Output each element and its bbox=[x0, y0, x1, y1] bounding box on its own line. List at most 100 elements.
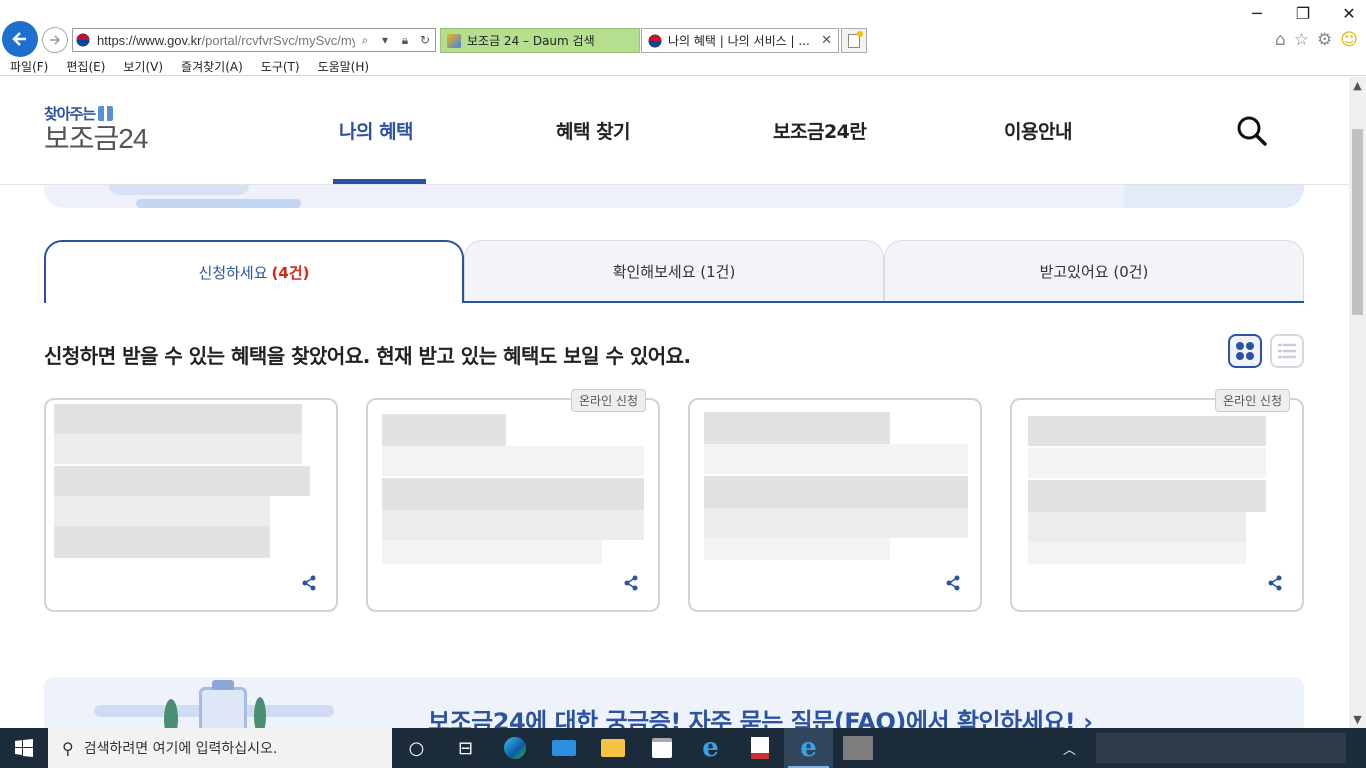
dropdown-icon[interactable]: ▾ bbox=[377, 32, 393, 48]
blurred-card-text bbox=[382, 446, 644, 476]
system-tray: ︿ bbox=[1063, 728, 1366, 768]
tab-title: 보조금 24 – Daum 검색 bbox=[467, 34, 595, 48]
tab-check[interactable]: 확인해보세요 (1건) bbox=[464, 240, 884, 301]
menu-favorites[interactable]: 즐겨찾기(A) bbox=[171, 58, 251, 75]
scrollbar-thumb[interactable] bbox=[1352, 129, 1363, 315]
menu-help[interactable]: 도움말(H) bbox=[308, 58, 378, 75]
ie-pinned-icon[interactable]: e bbox=[686, 728, 735, 768]
tab-title: 나의 혜택 | 나의 서비스 | ... bbox=[668, 34, 810, 48]
home-icon[interactable]: ⌂ bbox=[1275, 30, 1286, 50]
taskbar-search-placeholder: 검색하려면 여기에 입력하십시오. bbox=[83, 741, 278, 757]
blurred-card-text bbox=[704, 508, 968, 538]
faq-banner[interactable]: 보조금24에 대한 궁금증! 자주 묻는 질문(FAQ)에서 확인하세요! › bbox=[44, 677, 1304, 728]
task-view-icon[interactable]: ⊟ bbox=[441, 728, 490, 768]
benefit-card[interactable]: 온라인 신청 bbox=[1010, 389, 1304, 612]
minimize-icon[interactable]: ─ bbox=[1248, 4, 1266, 23]
browser-tab-daum[interactable]: 보조금 24 – Daum 검색 bbox=[440, 28, 640, 53]
site-header: 찾아주는 보조금24 나의 혜택 혜택 찾기 보조금24란 이용안내 bbox=[0, 77, 1349, 185]
menu-view[interactable]: 보기(V) bbox=[113, 58, 171, 75]
top-banner-strip bbox=[44, 185, 1304, 208]
favorites-star-icon[interactable]: ☆ bbox=[1294, 30, 1309, 50]
close-tab-icon[interactable]: ✕ bbox=[821, 33, 832, 48]
share-icon[interactable] bbox=[622, 574, 640, 592]
faq-link-text[interactable]: 보조금24에 대한 궁금증! 자주 묻는 질문(FAQ)에서 확인하세요! › bbox=[428, 702, 1093, 728]
address-bar[interactable]: https://www.gov.kr/portal/rcvfvrSvc/mySv… bbox=[72, 28, 436, 52]
start-button[interactable] bbox=[0, 728, 48, 768]
nav-about[interactable]: 보조금24란 bbox=[773, 117, 867, 144]
benefit-card[interactable]: 온라인 신청 bbox=[366, 389, 660, 612]
new-tab-icon bbox=[848, 30, 863, 48]
blurred-card-text bbox=[382, 510, 644, 540]
restore-icon[interactable]: ❐ bbox=[1294, 4, 1312, 23]
store-icon[interactable] bbox=[637, 728, 686, 768]
browser-toolbar-icons: ⌂ ☆ ⚙ ☺ bbox=[1275, 30, 1358, 50]
file-explorer-icon[interactable] bbox=[588, 728, 637, 768]
list-view-button[interactable] bbox=[1270, 334, 1304, 368]
nav-guide[interactable]: 이용안내 bbox=[1004, 117, 1072, 144]
blurred-card-text bbox=[1028, 512, 1246, 542]
blurred-card-text bbox=[704, 538, 890, 560]
settings-gear-icon[interactable]: ⚙ bbox=[1317, 30, 1332, 50]
close-window-icon[interactable]: ✕ bbox=[1340, 4, 1358, 23]
tab-receiving[interactable]: 받고있어요 (0건) bbox=[884, 240, 1304, 301]
refresh-icon[interactable]: ↻ bbox=[417, 32, 433, 48]
blurred-tray-icons bbox=[1096, 733, 1346, 763]
search-icon: ⚲ bbox=[62, 738, 74, 758]
smiley-feedback-icon[interactable]: ☺ bbox=[1340, 30, 1358, 50]
benefit-card[interactable] bbox=[44, 398, 338, 612]
online-apply-badge: 온라인 신청 bbox=[1214, 389, 1290, 412]
blurred-card-text bbox=[1028, 542, 1246, 564]
blurred-card-text bbox=[54, 434, 302, 464]
scroll-up-icon[interactable]: ▲ bbox=[1349, 77, 1366, 94]
blurred-card-text bbox=[54, 466, 310, 496]
taskbar-search-box[interactable]: ⚲ 검색하려면 여기에 입력하십시오. bbox=[48, 728, 392, 768]
blurred-card-title bbox=[704, 412, 890, 444]
menu-file[interactable]: 파일(F) bbox=[0, 58, 56, 75]
cortana-icon[interactable]: ○ bbox=[392, 728, 441, 768]
search-icon[interactable]: ⌕ bbox=[357, 32, 373, 48]
blurred-card-text bbox=[704, 444, 968, 474]
mail-icon[interactable] bbox=[539, 728, 588, 768]
daum-favicon-icon bbox=[447, 33, 461, 48]
browser-tab-gov[interactable]: 나의 혜택 | 나의 서비스 | ... ✕ bbox=[641, 28, 839, 53]
nav-find-benefits[interactable]: 혜택 찾기 bbox=[556, 117, 631, 144]
share-icon[interactable] bbox=[1266, 574, 1284, 592]
blurred-card-text bbox=[704, 476, 968, 508]
banner-decoration bbox=[1124, 185, 1304, 208]
page-scrollbar[interactable]: ▲ ▼ bbox=[1349, 77, 1366, 728]
edge-icon[interactable] bbox=[490, 728, 539, 768]
blurred-card-text bbox=[1028, 448, 1266, 478]
site-search-button[interactable] bbox=[1236, 115, 1268, 147]
share-icon[interactable] bbox=[944, 574, 962, 592]
benefit-card[interactable] bbox=[688, 398, 982, 612]
nav-active-indicator bbox=[333, 179, 426, 184]
new-tab-button[interactable] bbox=[841, 28, 867, 53]
scroll-down-icon[interactable]: ▼ bbox=[1349, 711, 1366, 728]
lock-icon[interactable]: 🔒︎ bbox=[397, 32, 413, 48]
blurred-card-title bbox=[54, 404, 302, 434]
grid-view-button[interactable] bbox=[1228, 334, 1262, 368]
url-text[interactable]: https://www.gov.kr/portal/rcvfvrSvc/mySv… bbox=[97, 33, 355, 48]
blurred-card-text bbox=[382, 540, 602, 564]
blurred-card-title bbox=[382, 414, 506, 446]
tray-expand-icon[interactable]: ︿ bbox=[1063, 739, 1076, 758]
tab-apply[interactable]: 신청하세요 (4건) bbox=[44, 240, 464, 303]
arrow-left-icon bbox=[12, 32, 26, 46]
forward-button[interactable] bbox=[42, 27, 68, 53]
tab-apply-count: (4건) bbox=[271, 264, 310, 282]
menu-tools[interactable]: 도구(T) bbox=[251, 58, 308, 75]
app-window-icon[interactable] bbox=[833, 728, 882, 768]
share-icon[interactable] bbox=[300, 574, 318, 592]
menu-edit[interactable]: 편집(E) bbox=[56, 58, 113, 75]
banner-decoration bbox=[109, 185, 249, 195]
page-viewport: 찾아주는 보조금24 나의 혜택 혜택 찾기 보조금24란 이용안내 신청하세요… bbox=[0, 77, 1349, 728]
nav-my-benefits[interactable]: 나의 혜택 bbox=[339, 117, 414, 144]
windows-taskbar: ⚲ 검색하려면 여기에 입력하십시오. ○ ⊟ e e ︿ bbox=[0, 728, 1366, 768]
back-button[interactable] bbox=[2, 21, 38, 57]
blurred-card-title bbox=[1028, 416, 1266, 446]
gift-icon bbox=[98, 106, 114, 121]
download-app-icon[interactable] bbox=[735, 728, 784, 768]
ie-running-icon[interactable]: e bbox=[784, 728, 833, 768]
site-favicon-icon bbox=[75, 32, 91, 48]
site-logo[interactable]: 찾아주는 보조금24 bbox=[44, 103, 148, 153]
